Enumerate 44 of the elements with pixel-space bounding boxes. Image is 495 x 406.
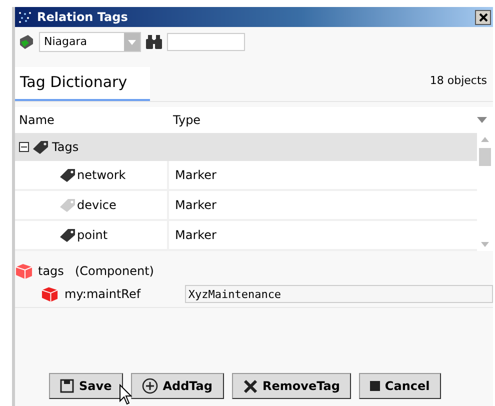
scroll-down-icon[interactable]: [481, 242, 489, 247]
scroll-up-icon[interactable]: [481, 137, 489, 142]
tab[interactable]: Tag Dictionary: [15, 67, 150, 101]
component-name: tags: [38, 264, 64, 278]
stop-icon: [370, 381, 380, 391]
collapse-icon[interactable]: [19, 142, 29, 152]
remove-icon: [242, 378, 258, 394]
tag-row[interactable]: point Marker: [15, 221, 477, 251]
tree-group-label: Tags: [52, 140, 79, 154]
namespace-dropdown[interactable]: Niagara: [39, 32, 141, 52]
slot-value-field[interactable]: XyzMaintenance: [185, 285, 493, 303]
table-cell-text: Marker: [174, 168, 218, 182]
window-title: Relation Tags: [37, 10, 129, 24]
caret-icon: [128, 40, 136, 44]
tree-group-row[interactable]: Tags: [15, 133, 477, 161]
tag-name: point: [77, 228, 108, 242]
dots-icon: [18, 11, 32, 23]
save-icon: [60, 379, 74, 393]
component-type: (Component): [74, 264, 154, 278]
close-icon: [478, 12, 488, 22]
tag-name: network: [77, 168, 126, 182]
object-count: 18 objects: [430, 74, 488, 89]
add-icon: [142, 378, 158, 394]
table-cell-text: Marker: [174, 198, 218, 212]
tag-name: device: [77, 198, 116, 212]
tag-row[interactable]: network Marker: [15, 161, 477, 191]
save-button[interactable]: Save: [49, 373, 123, 399]
stop-button[interactable]: Cancel: [358, 373, 441, 399]
slot-name: my:maintRef: [64, 287, 142, 301]
column-header[interactable]: Name: [15, 113, 167, 127]
tag-icon: [32, 140, 49, 154]
tag-row[interactable]: device Marker: [15, 191, 477, 221]
binoculars-icon[interactable]: [145, 35, 163, 49]
cube-icon: [15, 263, 33, 279]
column-menu-icon[interactable]: [477, 117, 487, 123]
close-button[interactable]: [475, 10, 491, 24]
search-field[interactable]: [167, 33, 245, 51]
cube-icon: [41, 286, 59, 302]
column-header[interactable]: Type: [167, 113, 477, 127]
table-cell-text: Marker: [174, 228, 218, 242]
add-button[interactable]: AddTag: [130, 373, 224, 399]
scroll-thumb[interactable]: [479, 148, 491, 166]
remove-button[interactable]: RemoveTag: [232, 373, 351, 399]
database-icon: [17, 33, 35, 51]
